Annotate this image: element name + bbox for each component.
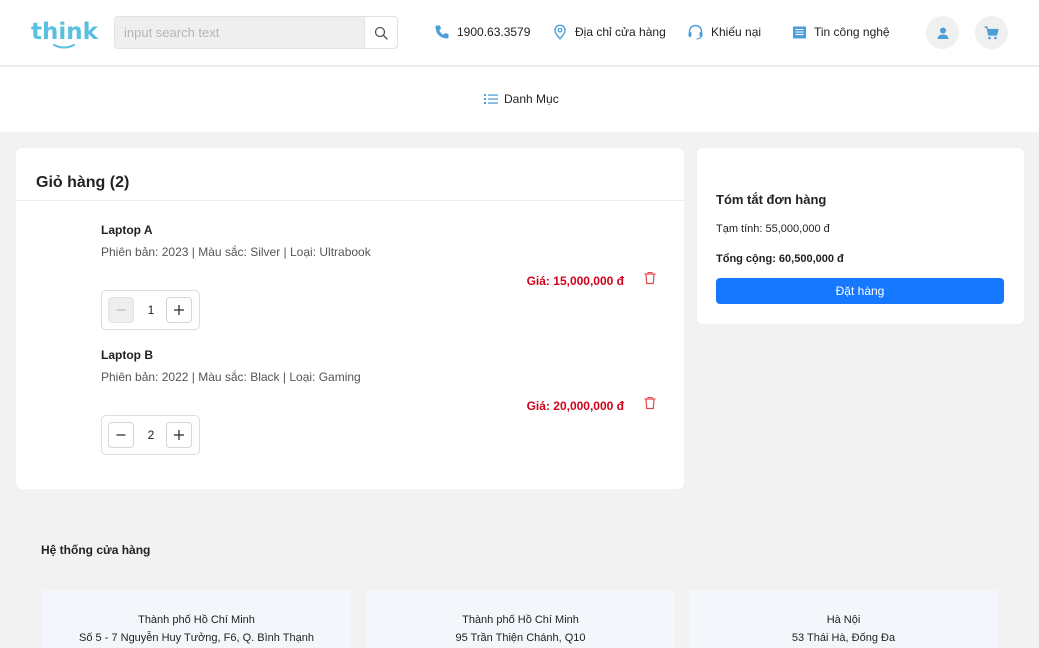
quantity-value[interactable]: 1 [136,303,166,317]
product-spec: Phiên bản: 2023 | Màu sắc: Silver | Loại… [101,245,371,259]
subtotal-text: Tạm tính: 55,000,000 đ [716,223,830,235]
product-price: Giá: 15,000,000 đ [526,274,624,288]
product-price: Giá: 20,000,000 đ [526,399,624,413]
complaint-label: Khiếu nại [711,25,762,39]
plus-icon [174,305,184,315]
store-address-label: Địa chỉ cửa hàng [575,25,666,39]
category-menu-button[interactable]: Danh Mục [484,92,559,106]
order-summary-panel: Tóm tắt đơn hàng Tạm tính: 55,000,000 đ … [697,148,1024,324]
cart-button[interactable] [975,16,1008,49]
store-address: 53 Thái Hà, Đống Đa [791,632,896,644]
list-icon [484,94,498,104]
location-pin-icon [554,24,566,40]
store-city: Thành phố Hồ Chí Minh [462,614,579,626]
logo-text: think [31,19,99,45]
category-bar: Danh Mục [0,67,1039,132]
store-card[interactable]: Thành phố Hồ Chí Minh 95 Trần Thiện Chán… [366,590,675,648]
cart-panel: Giỏ hàng (2) Laptop A Phiên bản: 2023 | … [16,148,684,489]
search-button[interactable] [364,17,397,48]
account-button[interactable] [926,16,959,49]
hotline-link[interactable]: 1900.63.3579 [434,22,530,42]
cart-item: Laptop A Phiên bản: 2023 | Màu sắc: Silv… [16,223,684,348]
minus-icon [116,434,126,436]
minus-icon [116,309,126,311]
quantity-value[interactable]: 2 [136,428,166,442]
cart-icon [984,25,999,39]
remove-item-button[interactable] [643,271,657,288]
store-address: Số 5 - 7 Nguyễn Huy Tưởng, F6, Q. Bình T… [79,632,314,644]
store-card[interactable]: Thành phố Hồ Chí Minh Số 5 - 7 Nguyễn Hu… [42,590,351,648]
tech-news-label: Tin công nghệ [814,25,890,39]
increase-quantity-button[interactable] [166,422,192,448]
remove-item-button[interactable] [643,396,657,413]
product-spec: Phiên bản: 2022 | Màu sắc: Black | Loại:… [101,370,361,384]
category-menu-label: Danh Mục [504,92,559,106]
trash-icon [644,396,656,410]
think-logo[interactable]: think [30,14,100,50]
user-icon [937,27,948,39]
complaint-link[interactable]: Khiếu nại [687,22,761,42]
place-order-button[interactable]: Đặt hàng [716,278,1004,304]
decrease-quantity-button[interactable] [108,422,134,448]
product-name[interactable]: Laptop A [101,223,153,237]
headset-icon [688,24,703,40]
increase-quantity-button[interactable] [166,297,192,323]
decrease-quantity-button[interactable] [108,297,134,323]
divider [16,200,684,201]
search-input[interactable] [115,17,366,48]
search-icon [374,26,388,40]
stores-section-title: Hệ thống cửa hàng [41,543,151,557]
total-text: Tổng cộng: 60,500,000 đ [716,253,844,265]
product-name[interactable]: Laptop B [101,348,153,362]
plus-icon [174,430,184,440]
store-address-link[interactable]: Địa chỉ cửa hàng [552,22,666,42]
store-address: 95 Trần Thiện Chánh, Q10 [455,632,586,644]
hotline-label: 1900.63.3579 [457,25,531,39]
summary-title: Tóm tắt đơn hàng [716,192,827,207]
trash-icon [644,271,656,285]
tech-news-link[interactable]: Tin công nghệ [792,22,890,42]
news-icon [793,26,806,38]
cart-title: Giỏ hàng (2) [36,174,130,191]
cart-item: Laptop B Phiên bản: 2022 | Màu sắc: Blac… [16,348,684,473]
quantity-stepper: 2 [101,415,200,455]
phone-icon [435,25,449,39]
site-header: think 1900.63.3579 Địa chỉ cửa hàng [0,0,1039,66]
quantity-stepper: 1 [101,290,200,330]
store-card[interactable]: Hà Nội 53 Thái Hà, Đống Đa [689,590,998,648]
store-city: Thành phố Hồ Chí Minh [138,614,255,626]
store-city: Hà Nội [826,614,861,626]
search-bar [114,16,398,49]
